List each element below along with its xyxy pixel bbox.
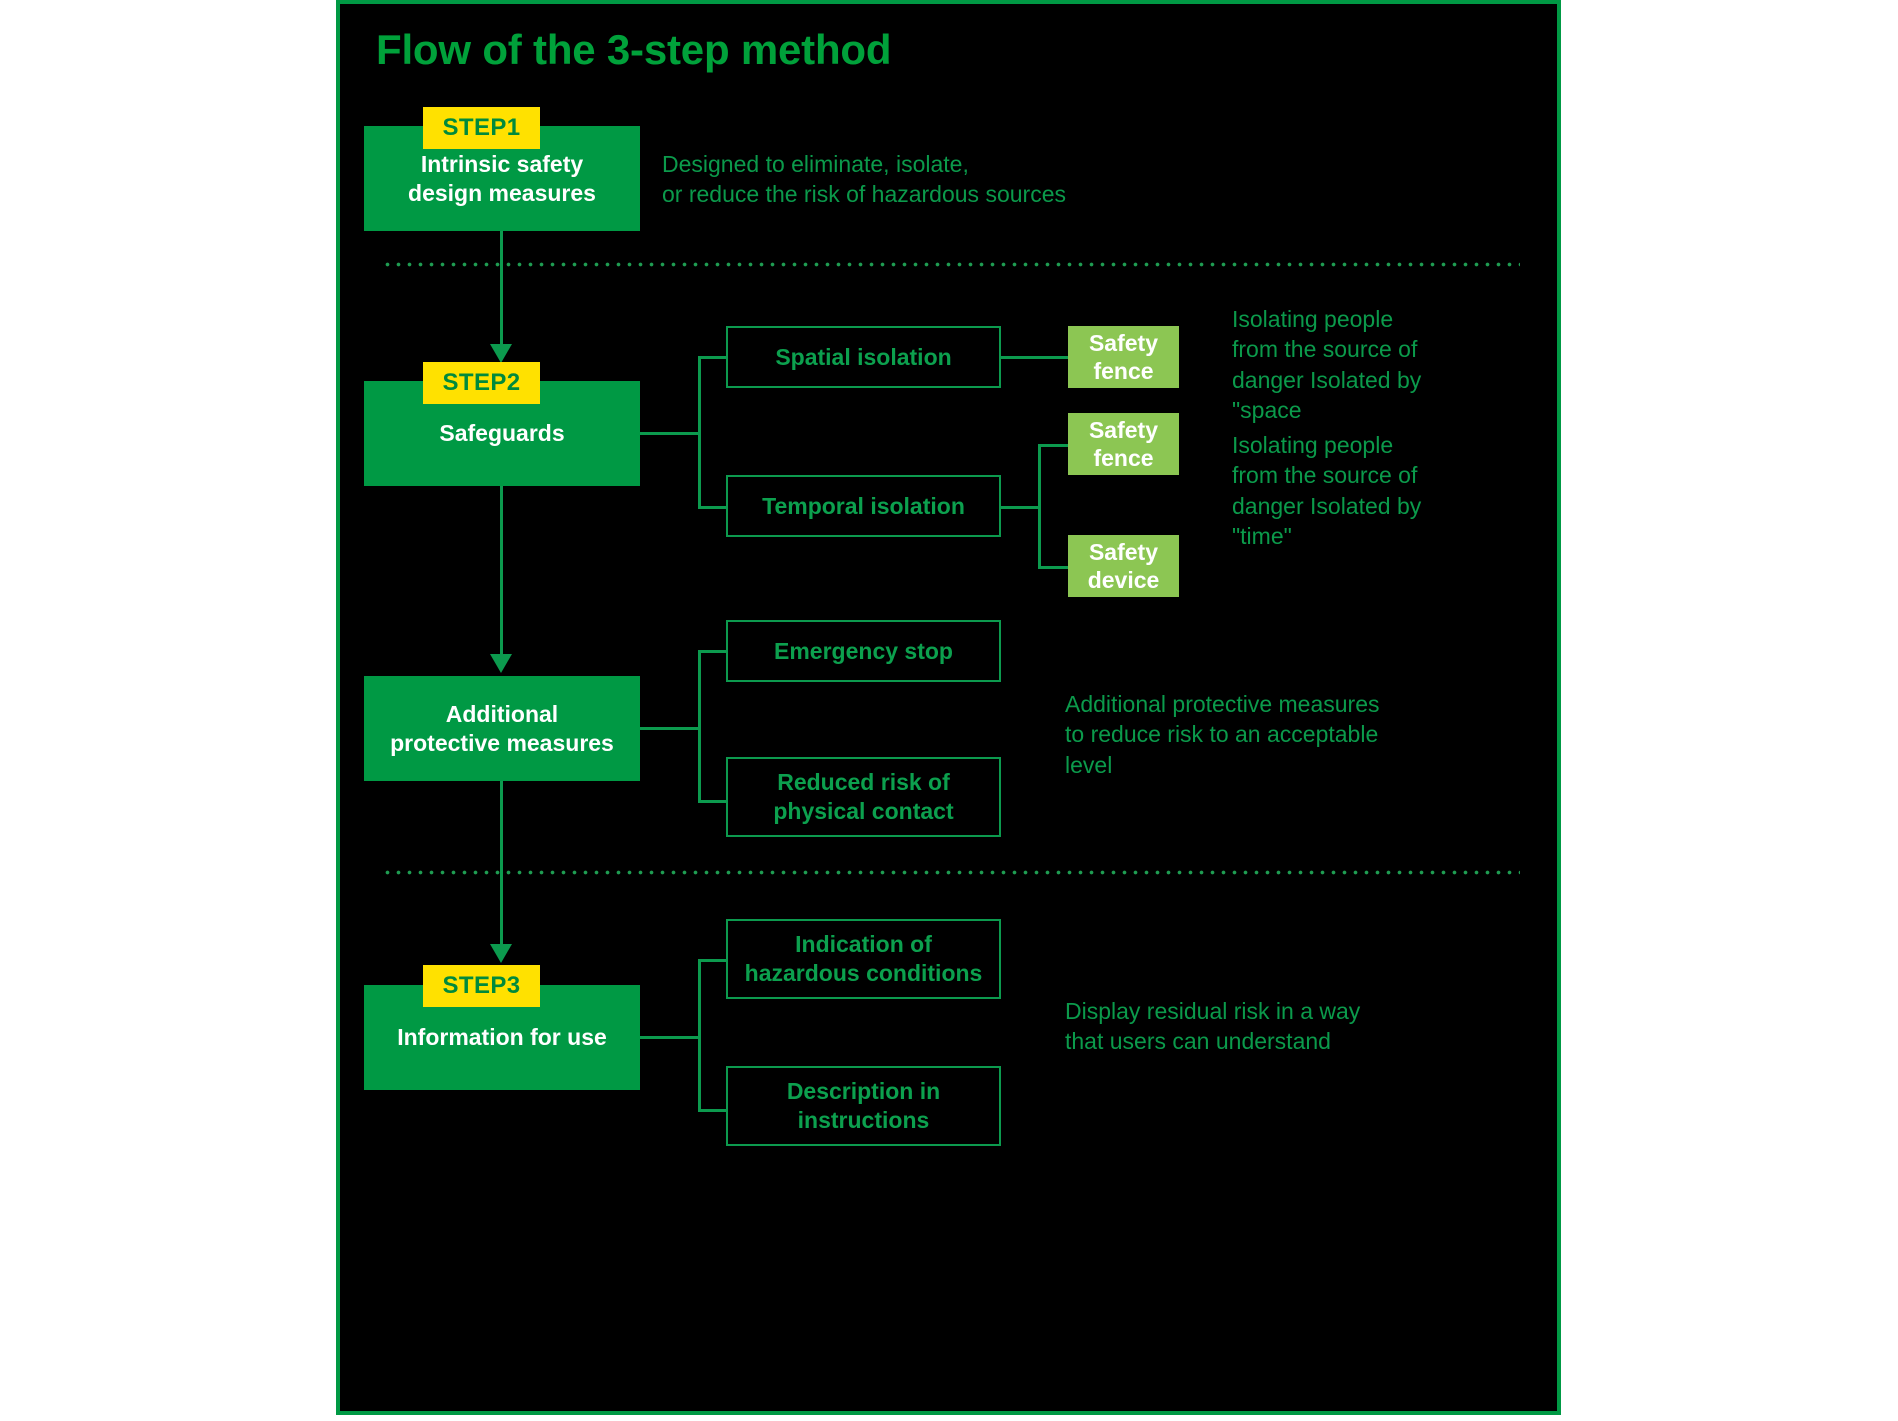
- additional-trunk-v: [698, 650, 701, 802]
- note-additional-protective-measures: Additional protective measures to reduce…: [1065, 691, 1380, 778]
- temporal-fork-v: [1038, 444, 1041, 568]
- step2-branch1-h: [698, 356, 728, 359]
- arrow-step2-to-step3-head: [490, 654, 512, 673]
- temporal-leaf1-h: [1038, 444, 1070, 447]
- step3-branch2-h: [698, 1109, 728, 1112]
- step2-trunk-v: [698, 356, 701, 508]
- branch-spatial-isolation[interactable]: Spatial isolation: [726, 326, 1001, 388]
- leaf-safety-device-time[interactable]: Safety device: [1068, 535, 1179, 597]
- step1-note: Designed to eliminate, isolate, or reduc…: [662, 151, 1066, 208]
- step3-trunk-v: [698, 959, 701, 1111]
- additional-branch1-h: [698, 650, 728, 653]
- step2-trunk-h: [640, 432, 700, 435]
- step2-branch2-h: [698, 506, 728, 509]
- divider-after-step1: [382, 262, 1520, 267]
- arrow-step1-to-step2-stem: [500, 231, 503, 346]
- step2-chip: STEP2: [423, 362, 540, 404]
- leaf-safety-fence-space[interactable]: Safety fence: [1068, 326, 1179, 388]
- note-step3: Display residual risk in a way that user…: [1065, 998, 1361, 1055]
- branch-description-in-instructions[interactable]: Description in instructions: [726, 1066, 1001, 1146]
- step3-trunk-h: [640, 1036, 700, 1039]
- diagram-panel: Flow of the 3-step method STEP1 Intrinsi…: [336, 0, 1561, 1415]
- arrow-step3-stem: [500, 781, 503, 951]
- arrow-step1-to-step2-head: [490, 344, 512, 363]
- additional-protective-measures-box[interactable]: Additional protective measures: [364, 676, 640, 781]
- branch-emergency-stop[interactable]: Emergency stop: [726, 620, 1001, 682]
- arrow-step2-to-step3-stem: [500, 486, 503, 656]
- step1-chip: STEP1: [423, 107, 540, 149]
- branch-indication-hazardous-conditions[interactable]: Indication of hazardous conditions: [726, 919, 1001, 999]
- note-spatial-isolation: Isolating people from the source of dang…: [1232, 306, 1422, 424]
- leaf-safety-fence-time[interactable]: Safety fence: [1068, 413, 1179, 475]
- additional-trunk-h: [640, 727, 700, 730]
- branch-temporal-isolation[interactable]: Temporal isolation: [726, 475, 1001, 537]
- temporal-to-fork-h: [1000, 506, 1040, 509]
- step3-chip: STEP3: [423, 965, 540, 1007]
- page-title: Flow of the 3-step method: [376, 26, 892, 73]
- note-temporal-isolation: Isolating people from the source of dang…: [1232, 432, 1422, 550]
- branch-reduced-risk-physical-contact[interactable]: Reduced risk of physical contact: [726, 757, 1001, 837]
- arrow-step3-head: [490, 944, 512, 963]
- spatial-to-leaf-h: [1000, 356, 1070, 359]
- divider-before-step3: [382, 870, 1520, 875]
- step3-branch1-h: [698, 959, 728, 962]
- additional-branch2-h: [698, 800, 728, 803]
- temporal-leaf2-h: [1038, 566, 1070, 569]
